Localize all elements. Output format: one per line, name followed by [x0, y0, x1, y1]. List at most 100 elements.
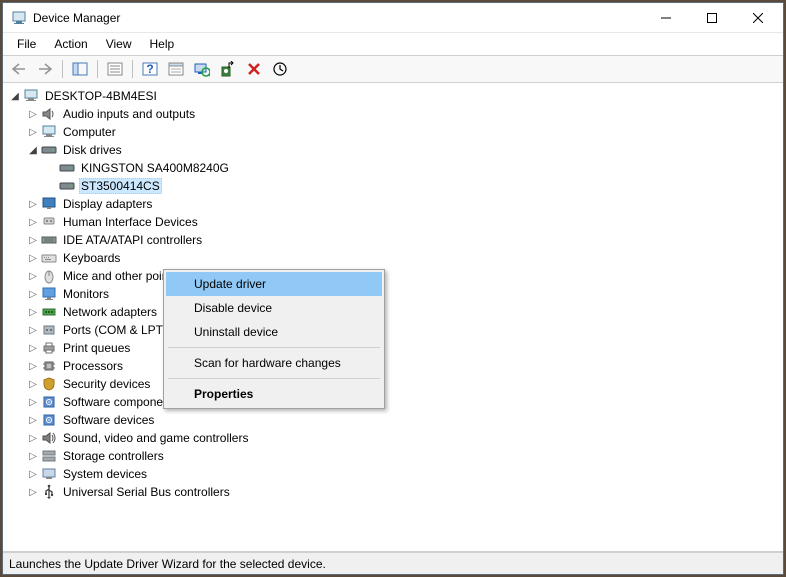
ctx-separator: [168, 347, 380, 348]
expand-icon[interactable]: ▷: [25, 448, 41, 464]
properties-sheet-button[interactable]: [164, 58, 188, 80]
tree-category[interactable]: ◢ Disk drives: [3, 141, 783, 159]
tree-category[interactable]: ▷Software components: [3, 393, 783, 411]
tree-label: Human Interface Devices: [61, 215, 200, 229]
device-icon: [41, 250, 57, 266]
expand-icon[interactable]: ▷: [25, 394, 41, 410]
statusbar-text: Launches the Update Driver Wizard for th…: [9, 557, 326, 571]
device-icon: [41, 268, 57, 284]
expand-icon[interactable]: ▷: [25, 484, 41, 500]
tree-label: Display adapters: [61, 197, 154, 211]
tree-category[interactable]: ▷Keyboards: [3, 249, 783, 267]
expand-icon[interactable]: ▷: [25, 124, 41, 140]
tree-category[interactable]: ▷Monitors: [3, 285, 783, 303]
tree-label: Storage controllers: [61, 449, 166, 463]
tree-category[interactable]: ▷ Computer: [3, 123, 783, 141]
device-icon: [41, 394, 57, 410]
tree-category[interactable]: ▷Security devices: [3, 375, 783, 393]
close-button[interactable]: [735, 3, 781, 33]
toolbar: ?: [3, 55, 783, 83]
tree-category[interactable]: ▷ Display adapters: [3, 195, 783, 213]
device-icon: [41, 358, 57, 374]
maximize-button[interactable]: [689, 3, 735, 33]
expand-icon[interactable]: ▷: [25, 304, 41, 320]
collapse-icon[interactable]: ◢: [7, 88, 23, 104]
device-icon: [59, 160, 75, 176]
device-icon: [23, 88, 39, 104]
tree-category[interactable]: ▷Mice and other pointing devices: [3, 267, 783, 285]
expand-icon[interactable]: ▷: [25, 430, 41, 446]
expand-icon[interactable]: ▷: [25, 322, 41, 338]
toolbar-separator: [62, 60, 63, 78]
menu-view[interactable]: View: [98, 35, 140, 53]
tree-label: Ports (COM & LPT): [61, 323, 169, 337]
scan-hardware-button[interactable]: [190, 58, 214, 80]
ctx-disable-device[interactable]: Disable device: [166, 296, 382, 320]
device-icon: [41, 448, 57, 464]
device-icon: [41, 232, 57, 248]
expand-icon[interactable]: ▷: [25, 214, 41, 230]
toolbar-separator: [132, 60, 133, 78]
tree-root-node[interactable]: ◢DESKTOP-4BM4ESI: [3, 87, 783, 105]
tree-category[interactable]: ▷Software devices: [3, 411, 783, 429]
device-icon: [41, 412, 57, 428]
device-icon: [41, 214, 57, 230]
ctx-properties[interactable]: Properties: [166, 382, 382, 406]
tree-category[interactable]: ▷Universal Serial Bus controllers: [3, 483, 783, 501]
tree-label: System devices: [61, 467, 149, 481]
expand-icon[interactable]: ▷: [25, 196, 41, 212]
expander-none: [43, 178, 59, 194]
expand-icon[interactable]: ▷: [25, 376, 41, 392]
device-icon: [41, 124, 57, 140]
tree-category[interactable]: ▷ Sound, video and game controllers: [3, 429, 783, 447]
tree-category[interactable]: ▷ System devices: [3, 465, 783, 483]
tree-device[interactable]: KINGSTON SA400M8240G: [3, 159, 783, 177]
ctx-scan-hardware[interactable]: Scan for hardware changes: [166, 351, 382, 375]
expand-icon[interactable]: ▷: [25, 286, 41, 302]
expand-icon[interactable]: ▷: [25, 106, 41, 122]
expand-icon[interactable]: ▷: [25, 250, 41, 266]
update-driver-button[interactable]: [216, 58, 240, 80]
tree-category[interactable]: ▷IDE ATA/ATAPI controllers: [3, 231, 783, 249]
tree-category[interactable]: ▷Processors: [3, 357, 783, 375]
tree-label: Sound, video and game controllers: [61, 431, 250, 445]
menubar: File Action View Help: [3, 33, 783, 55]
tree-category[interactable]: ▷ Ports (COM & LPT): [3, 321, 783, 339]
tree-category[interactable]: ▷ Human Interface Devices: [3, 213, 783, 231]
back-button: [7, 58, 31, 80]
ctx-uninstall-device[interactable]: Uninstall device: [166, 320, 382, 344]
tree-category[interactable]: ▷Audio inputs and outputs: [3, 105, 783, 123]
expand-icon[interactable]: ▷: [25, 412, 41, 428]
svg-text:?: ?: [146, 62, 153, 76]
menu-file[interactable]: File: [9, 35, 44, 53]
device-icon: [59, 178, 75, 194]
uninstall-button[interactable]: [242, 58, 266, 80]
menu-help[interactable]: Help: [142, 35, 183, 53]
tree-category[interactable]: ▷ Print queues: [3, 339, 783, 357]
tree-label: Disk drives: [61, 143, 124, 157]
tree-device[interactable]: ST3500414CS: [3, 177, 783, 195]
device-icon: [41, 466, 57, 482]
device-icon: [41, 142, 57, 158]
tree-view[interactable]: ◢DESKTOP-4BM4ESI▷Audio inputs and output…: [3, 83, 783, 552]
device-icon: [41, 322, 57, 338]
expand-icon[interactable]: ▷: [25, 358, 41, 374]
minimize-button[interactable]: [643, 3, 689, 33]
disable-button[interactable]: [268, 58, 292, 80]
tree-label: Computer: [61, 125, 118, 139]
expand-icon[interactable]: ▷: [25, 466, 41, 482]
properties-button[interactable]: [103, 58, 127, 80]
help-button[interactable]: ?: [138, 58, 162, 80]
expand-icon[interactable]: ▷: [25, 340, 41, 356]
collapse-icon[interactable]: ◢: [25, 142, 41, 158]
menu-action[interactable]: Action: [46, 35, 95, 53]
tree-category[interactable]: ▷ Storage controllers: [3, 447, 783, 465]
ctx-update-driver[interactable]: Update driver: [166, 272, 382, 296]
expand-icon[interactable]: ▷: [25, 232, 41, 248]
tree-category[interactable]: ▷Network adapters: [3, 303, 783, 321]
device-icon: [41, 340, 57, 356]
device-icon: [41, 430, 57, 446]
show-hide-button[interactable]: [68, 58, 92, 80]
expand-icon[interactable]: ▷: [25, 268, 41, 284]
tree-label: Print queues: [61, 341, 132, 355]
